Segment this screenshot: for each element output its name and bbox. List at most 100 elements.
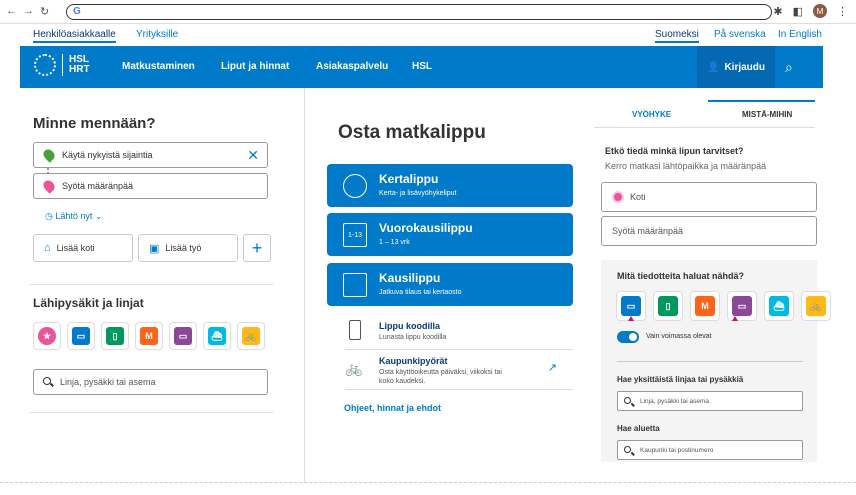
tickets-title: Osta matkalippu xyxy=(338,122,486,143)
login-button[interactable]: 👤 Kirjaudu xyxy=(697,46,775,88)
nearby-title: Lähipysäkit ja linjat xyxy=(33,296,144,310)
single-search-label: Hae yksittäistä linjaa tai pysäkkiä xyxy=(617,375,744,384)
ticket-code-title: Lippu koodilla xyxy=(379,321,440,331)
home-icon: ⌂ xyxy=(44,242,51,254)
ticket-single[interactable]: Kertalippu Kerta- ja lisävyöhykeliput xyxy=(327,164,573,207)
top-links: Henkilöasiakkaalle Yrityksille Suomeksi … xyxy=(0,24,856,46)
zone-tabs: VYÖHYKE MISTÄ-MIHIN xyxy=(594,100,815,128)
search-icon xyxy=(624,397,631,404)
link-business[interactable]: Yrityksille xyxy=(136,29,178,40)
tab-zone[interactable]: VYÖHYKE xyxy=(632,110,671,119)
notice-mode-metro[interactable]: M xyxy=(690,291,720,321)
alert-marker-icon xyxy=(732,316,738,321)
google-icon: G xyxy=(73,6,81,17)
help-link[interactable]: Ohjeet, hinnat ja ehdot xyxy=(344,403,441,413)
forward-icon[interactable]: → xyxy=(23,5,34,18)
notice-mode-citybike[interactable]: 🚲 xyxy=(801,291,831,321)
origin-field[interactable]: Käytä nykyistä sijaintia ✕ xyxy=(33,142,268,168)
phone-icon xyxy=(349,320,361,340)
notice-mode-ferry[interactable]: ⛴ xyxy=(764,291,794,321)
add-home-button[interactable]: ⌂ Lisää koti xyxy=(33,234,133,262)
stop-search-input[interactable]: Linja, pysäkki tai asema xyxy=(33,369,268,395)
mode-bus[interactable]: ▭ xyxy=(67,322,95,350)
lang-swedish[interactable]: På svenska xyxy=(714,29,766,40)
ticket-season-name: Kausilippu xyxy=(379,271,441,285)
train-icon: ▭ xyxy=(174,327,192,345)
tab-route[interactable]: MISTÄ-MIHIN xyxy=(742,110,792,119)
zone-destination-placeholder: Syötä määränpää xyxy=(612,226,684,236)
zone-origin-value: Koti xyxy=(630,192,646,202)
ticket-day[interactable]: 1-13 Vuorokausilippu 1 – 13 vrk xyxy=(327,213,573,256)
departure-time-selector[interactable]: ◷ Lähtö nyt ⌄ xyxy=(45,211,102,222)
ferry-icon: ⛴ xyxy=(208,327,226,345)
link-personal[interactable]: Henkilöasiakkaalle xyxy=(33,29,116,43)
search-icon[interactable]: ⌕ xyxy=(785,59,793,76)
mode-citybike[interactable]: 🚲 xyxy=(237,322,265,350)
add-work-button[interactable]: ▣ Lisää työ xyxy=(138,234,238,262)
bus-icon: ▭ xyxy=(72,327,90,345)
plus-icon: + xyxy=(251,237,263,258)
add-place-button[interactable]: + xyxy=(243,234,271,262)
hsl-logo[interactable]: HSL HRT xyxy=(34,54,90,76)
lang-english[interactable]: In English xyxy=(778,29,822,40)
ticket-code-sub: Lunasta lippu koodilla xyxy=(379,334,447,341)
lang-finnish[interactable]: Suomeksi xyxy=(655,29,699,43)
chevron-down-icon: ⌄ xyxy=(94,211,103,221)
citybike-icon: 🚲 xyxy=(242,327,260,345)
origin-pin-icon xyxy=(41,147,57,163)
menu-icon[interactable]: ⋮ xyxy=(837,5,848,18)
active-only-label: Vain voimassa olevat xyxy=(646,333,712,340)
ticket-day-name: Vuorokausilippu xyxy=(379,221,473,235)
destination-field[interactable]: Syötä määränpää xyxy=(33,173,268,199)
metro-icon: M xyxy=(695,296,715,316)
zone-destination-field[interactable]: Syötä määränpää xyxy=(601,216,817,246)
page-bottom-edge xyxy=(0,482,856,495)
notice-mode-tram[interactable]: ▯ xyxy=(653,291,683,321)
address-bar[interactable]: G xyxy=(66,4,772,20)
star-icon: ★ xyxy=(38,327,56,345)
clock-icon: ◷ xyxy=(45,211,53,221)
mode-metro[interactable]: M xyxy=(135,322,163,350)
ticket-season-sub: Jatkuva tilaus tai kertaosto xyxy=(379,289,462,296)
nav-tickets[interactable]: Liput ja hinnat xyxy=(221,61,289,72)
reload-icon[interactable]: ↻ xyxy=(40,5,49,18)
login-label: Kirjaudu xyxy=(724,61,765,73)
single-search-placeholder: Linja, pysäkki tai asema xyxy=(640,397,710,405)
mode-train[interactable]: ▭ xyxy=(169,322,197,350)
departure-label: Lähtö nyt xyxy=(55,211,93,221)
ticket-code-link[interactable]: Lippu koodilla Lunasta lippu koodilla xyxy=(345,318,573,350)
mode-favorite[interactable]: ★ xyxy=(33,322,61,350)
column-divider xyxy=(304,88,305,482)
ticket-single-sub: Kerta- ja lisävyöhykeliput xyxy=(379,190,457,197)
back-icon[interactable]: ← xyxy=(6,5,17,18)
metro-icon: M xyxy=(140,327,158,345)
add-work-label: Lisää työ xyxy=(165,243,202,253)
browser-nav: ← → ↻ xyxy=(6,5,68,18)
zone-origin-field[interactable]: Koti xyxy=(601,182,817,212)
area-search-input[interactable]: Kaupunki tai postinumero xyxy=(617,440,803,460)
citybike-icon: 🚲 xyxy=(806,296,826,316)
area-search-placeholder: Kaupunki tai postinumero xyxy=(640,446,714,454)
ticket-season[interactable]: Kausilippu Jatkuva tilaus tai kertaosto xyxy=(327,263,573,306)
zone-question: Etkö tiedä minkä lipun tarvitset? xyxy=(605,146,744,156)
nav-customer-service[interactable]: Asiakaspalvelu xyxy=(316,61,388,72)
area-search-label: Hae aluetta xyxy=(617,424,660,433)
extensions-icon[interactable]: ✱ xyxy=(773,5,782,18)
tram-icon: ▯ xyxy=(106,327,124,345)
nav-travel[interactable]: Matkustaminen xyxy=(122,61,195,72)
sidepanel-icon[interactable]: ◧ xyxy=(793,5,803,18)
main-header: HSL HRT Matkustaminen Liput ja hinnat As… xyxy=(20,46,823,88)
notices-title: Mitä tiedotteita haluat nähdä? xyxy=(617,271,745,281)
alert-marker-icon xyxy=(628,316,634,321)
browser-actions: ✱ ◧ M ⋮ xyxy=(773,4,848,18)
train-icon: ▭ xyxy=(732,296,752,316)
clear-icon[interactable]: ✕ xyxy=(247,147,259,164)
tram-icon: ▯ xyxy=(658,296,678,316)
active-only-toggle[interactable] xyxy=(617,331,639,343)
citybikes-link[interactable]: 🚲 Kaupunkipyörät Osta käyttöoikeutta päi… xyxy=(345,350,573,390)
single-search-input[interactable]: Linja, pysäkki tai asema xyxy=(617,391,803,411)
profile-avatar[interactable]: M xyxy=(813,4,827,18)
nav-hsl[interactable]: HSL xyxy=(412,61,432,72)
mode-ferry[interactable]: ⛴ xyxy=(203,322,231,350)
mode-tram[interactable]: ▯ xyxy=(101,322,129,350)
